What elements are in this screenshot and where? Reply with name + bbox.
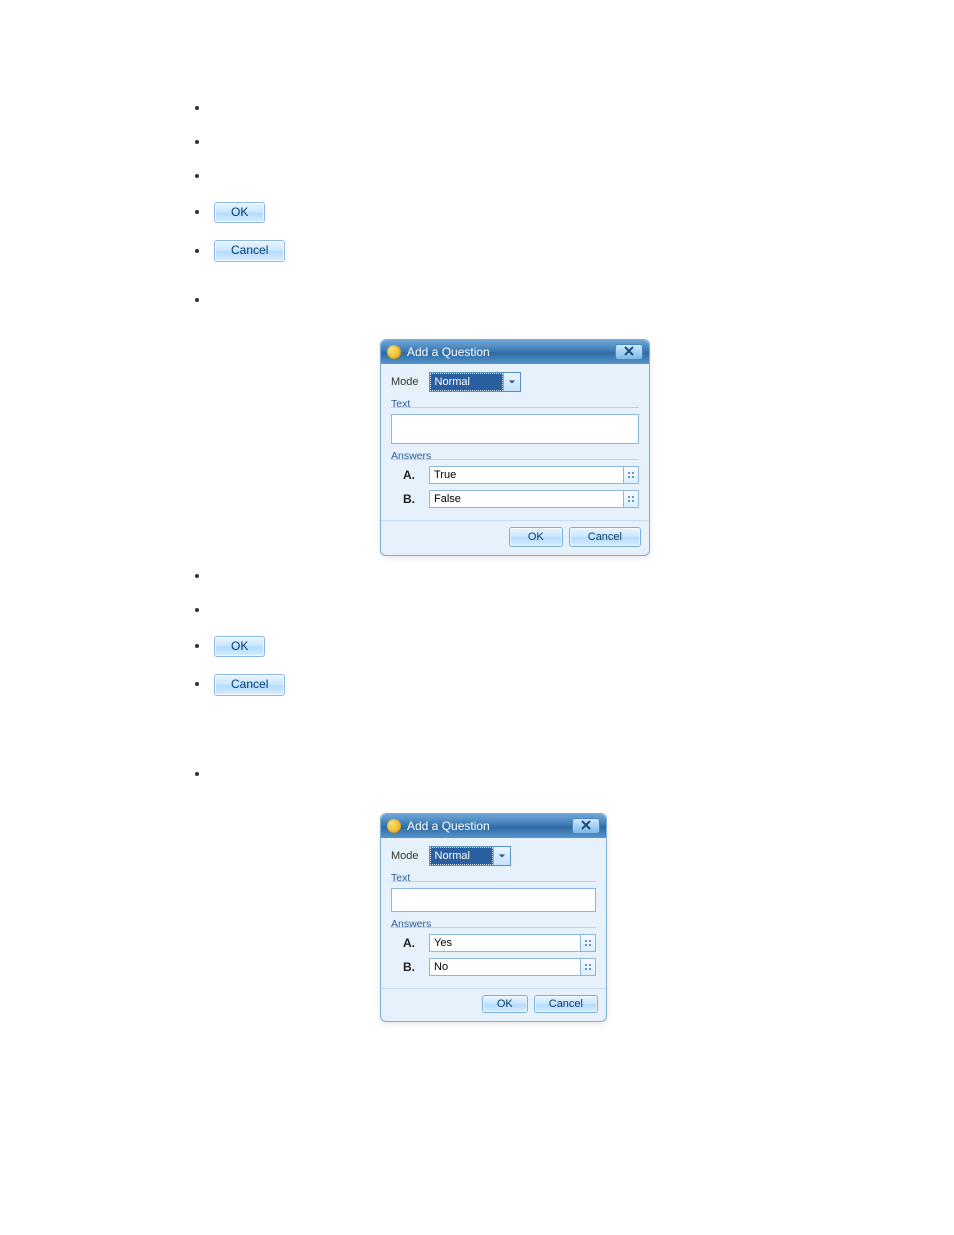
close-icon	[624, 345, 634, 359]
answer-input[interactable]	[429, 958, 581, 976]
answer-input[interactable]	[429, 490, 624, 508]
answer-letter: B.	[403, 492, 421, 506]
bullet-item	[210, 602, 874, 619]
answer-row: B.	[391, 958, 596, 976]
cancel-button[interactable]: Cancel	[569, 527, 641, 547]
bullet-item	[210, 100, 874, 117]
chevron-down-icon[interactable]	[503, 373, 520, 391]
cancel-button[interactable]: Cancel	[214, 240, 285, 262]
mode-combobox[interactable]: Normal	[429, 372, 521, 392]
ok-button[interactable]: OK	[214, 636, 265, 658]
add-question-dialog: Add a Question Mode Normal Text	[380, 813, 607, 1022]
bullet-list-1: OK Cancel	[180, 100, 874, 262]
dialog-body: Mode Normal Text Answers A.	[381, 838, 606, 988]
bullet-item: Cancel	[210, 240, 874, 262]
answer-letter: B.	[403, 960, 421, 974]
answer-input[interactable]	[429, 466, 624, 484]
grip-icon[interactable]	[581, 934, 596, 952]
answer-row: A.	[391, 466, 639, 484]
dialog-titlebar: Add a Question	[381, 814, 606, 838]
question-icon	[387, 819, 401, 833]
grip-icon[interactable]	[581, 958, 596, 976]
divider	[391, 407, 639, 408]
mode-label: Mode	[391, 850, 419, 862]
answer-letter: A.	[403, 468, 421, 482]
cancel-button[interactable]: Cancel	[534, 995, 598, 1013]
ok-button[interactable]: OK	[482, 995, 528, 1013]
grip-icon[interactable]	[624, 490, 639, 508]
text-section-label: Text	[391, 872, 596, 884]
ok-button[interactable]: OK	[509, 527, 563, 547]
cancel-button[interactable]: Cancel	[214, 674, 285, 696]
grip-icon[interactable]	[624, 466, 639, 484]
mode-label: Mode	[391, 376, 419, 388]
close-button[interactable]	[572, 818, 600, 834]
mode-value: Normal	[430, 847, 493, 865]
chevron-down-icon[interactable]	[493, 847, 510, 865]
dialog-title: Add a Question	[407, 819, 490, 833]
text-section-label: Text	[391, 398, 639, 410]
bullet-item: Cancel	[210, 674, 874, 696]
bullet-list-3: OK Cancel	[180, 568, 874, 696]
answers-section-label: Answers	[391, 918, 596, 930]
close-icon	[581, 819, 591, 833]
dialog-footer: OK Cancel	[381, 988, 606, 1021]
bullet-list-2	[180, 292, 874, 309]
dialog-titlebar: Add a Question	[381, 340, 649, 364]
dialog-footer: OK Cancel	[381, 520, 649, 555]
dialog-body: Mode Normal Text Answers A.	[381, 364, 649, 520]
bullet-item	[210, 766, 874, 783]
bullet-list-4	[180, 766, 874, 783]
answer-row: A.	[391, 934, 596, 952]
add-question-dialog: Add a Question Mode Normal Text	[380, 339, 650, 556]
mode-value: Normal	[430, 373, 503, 391]
bullet-item	[210, 292, 874, 309]
close-button[interactable]	[615, 344, 643, 360]
answer-input[interactable]	[429, 934, 581, 952]
bullet-item: OK	[210, 636, 874, 658]
answer-row: B.	[391, 490, 639, 508]
answers-section-label: Answers	[391, 450, 639, 462]
question-text-input[interactable]	[391, 414, 639, 444]
divider	[391, 881, 596, 882]
document-page: OK Cancel Add a Question Mode	[0, 0, 954, 1134]
bullet-item	[210, 168, 874, 185]
bullet-item	[210, 568, 874, 585]
answer-letter: A.	[403, 936, 421, 950]
mode-combobox[interactable]: Normal	[429, 846, 511, 866]
question-icon	[387, 345, 401, 359]
bullet-item	[210, 134, 874, 151]
dialog-title: Add a Question	[407, 345, 490, 359]
ok-button[interactable]: OK	[214, 202, 265, 224]
question-text-input[interactable]	[391, 888, 596, 912]
bullet-item: OK	[210, 202, 874, 224]
